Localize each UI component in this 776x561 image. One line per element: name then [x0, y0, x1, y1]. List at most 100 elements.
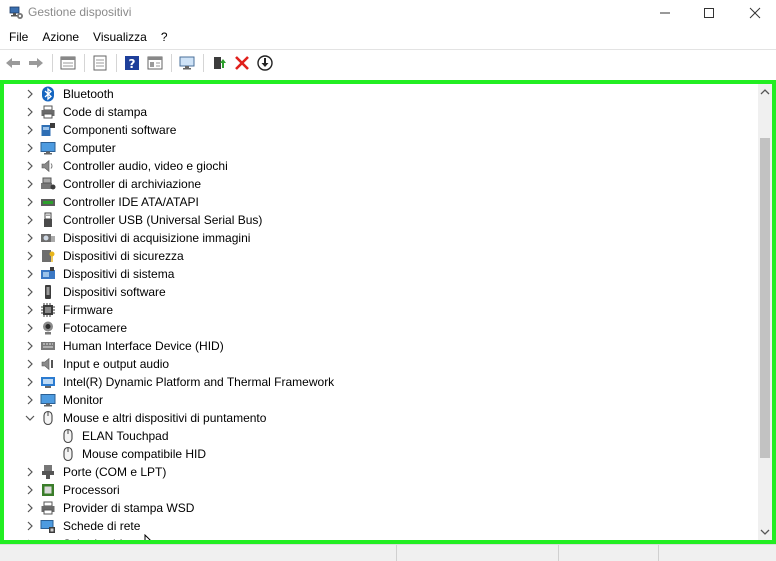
forward-button[interactable]: [25, 52, 47, 74]
tree-category-item[interactable]: Input e output audio: [4, 355, 758, 373]
chevron-right-icon[interactable]: [24, 178, 36, 190]
chevron-right-icon[interactable]: [24, 214, 36, 226]
chevron-right-icon[interactable]: [24, 376, 36, 388]
toolbar-separator: [203, 54, 204, 72]
tree-category-item[interactable]: Intel(R) Dynamic Platform and Thermal Fr…: [4, 373, 758, 391]
tree-category-item[interactable]: Dispositivi software: [4, 283, 758, 301]
tree-item-label: Controller audio, video e giochi: [63, 159, 228, 173]
menu-help[interactable]: ?: [154, 27, 175, 47]
update-driver-icon: [214, 57, 226, 69]
uninstall-button[interactable]: [231, 52, 253, 74]
mouse-icon: [40, 410, 56, 426]
menu-azione[interactable]: Azione: [35, 27, 86, 47]
tree-category-item[interactable]: Controller di archiviazione: [4, 175, 758, 193]
forward-arrow-icon: [29, 58, 43, 68]
scan-hardware-button[interactable]: [176, 52, 198, 74]
chevron-right-icon[interactable]: [24, 484, 36, 496]
chevron-right-icon[interactable]: [24, 142, 36, 154]
toolbar-separator: [52, 54, 53, 72]
display-adapter-icon: [40, 536, 56, 540]
tree-category-item[interactable]: Code di stampa: [4, 103, 758, 121]
chevron-right-icon[interactable]: [24, 124, 36, 136]
tree-child-item[interactable]: Mouse compatibile HID: [4, 445, 758, 463]
tree-category-item[interactable]: Human Interface Device (HID): [4, 337, 758, 355]
tree-category-item[interactable]: Bluetooth: [4, 85, 758, 103]
scroll-down-button[interactable]: [758, 526, 772, 538]
back-button[interactable]: [2, 52, 24, 74]
tree-category-item[interactable]: Controller USB (Universal Serial Bus): [4, 211, 758, 229]
device-manager-icon: [8, 4, 24, 20]
tree-child-item[interactable]: ELAN Touchpad: [4, 427, 758, 445]
chevron-right-icon[interactable]: [24, 160, 36, 172]
close-button[interactable]: [732, 0, 776, 26]
tree-category-item[interactable]: Schede di rete: [4, 517, 758, 535]
details-view-button[interactable]: [144, 52, 166, 74]
tree-category-item[interactable]: Dispositivi di sistema: [4, 265, 758, 283]
tree-category-item[interactable]: Processori: [4, 481, 758, 499]
chevron-right-icon[interactable]: [24, 394, 36, 406]
help-button[interactable]: ?: [121, 52, 143, 74]
tree-category-item[interactable]: Fotocamere: [4, 319, 758, 337]
chevron-right-icon[interactable]: [24, 502, 36, 514]
tree-category-item[interactable]: Firmware: [4, 301, 758, 319]
chevron-right-icon[interactable]: [24, 304, 36, 316]
tree-category-item[interactable]: Dispositivi di acquisizione immagini: [4, 229, 758, 247]
scroll-up-button[interactable]: [758, 86, 772, 98]
title-bar: Gestione dispositivi: [0, 0, 776, 26]
camera-scanner-icon: [40, 230, 56, 246]
chevron-right-icon[interactable]: [24, 196, 36, 208]
properties-window-button[interactable]: [57, 52, 79, 74]
document-icon: [93, 55, 107, 71]
vertical-scrollbar[interactable]: [758, 84, 772, 540]
tree-item-label: Monitor: [63, 393, 104, 407]
chevron-right-icon[interactable]: [24, 268, 36, 280]
tree-category-item[interactable]: Mouse e altri dispositivi di puntamento: [4, 409, 758, 427]
chevron-right-icon[interactable]: [24, 322, 36, 334]
menu-visualizza[interactable]: Visualizza: [86, 27, 154, 47]
chevron-up-icon: [760, 89, 770, 95]
download-circle-icon: [257, 55, 273, 71]
menu-file[interactable]: File: [0, 27, 35, 47]
tree-category-item[interactable]: Dispositivi di sicurezza: [4, 247, 758, 265]
tree-item-label: Schede video: [63, 537, 136, 540]
chevron-right-icon[interactable]: [24, 538, 36, 540]
tree-category-item[interactable]: Provider di stampa WSD: [4, 499, 758, 517]
status-bar: [0, 544, 776, 561]
tree-item-label: Schede di rete: [63, 519, 141, 533]
tree-item-label: Controller USB (Universal Serial Bus): [63, 213, 263, 227]
computer-icon: [40, 140, 56, 156]
details-view-icon: [147, 56, 163, 70]
security-key-icon: [40, 248, 56, 264]
chevron-right-icon[interactable]: [24, 340, 36, 352]
toolbar: ?: [0, 49, 776, 76]
document-button[interactable]: [89, 52, 111, 74]
chevron-right-icon[interactable]: [24, 358, 36, 370]
maximize-button[interactable]: [686, 0, 732, 26]
minimize-button[interactable]: [642, 0, 688, 26]
chevron-right-icon[interactable]: [24, 232, 36, 244]
tree-item-label: Controller di archiviazione: [63, 177, 202, 191]
tree-category-item[interactable]: Porte (COM e LPT): [4, 463, 758, 481]
chevron-right-icon[interactable]: [24, 250, 36, 262]
chevron-down-icon[interactable]: [24, 412, 36, 424]
uninstall-x-icon: [235, 56, 249, 70]
scroll-thumb[interactable]: [760, 138, 770, 458]
chevron-right-icon[interactable]: [24, 88, 36, 100]
chevron-right-icon[interactable]: [24, 106, 36, 118]
chevron-right-icon[interactable]: [24, 286, 36, 298]
tree-item-label: Dispositivi di acquisizione immagini: [63, 231, 251, 245]
chevron-right-icon[interactable]: [24, 520, 36, 532]
tree-category-item[interactable]: Schede video: [4, 535, 758, 540]
processor-icon: [40, 482, 56, 498]
tree-category-item[interactable]: Monitor: [4, 391, 758, 409]
tree-category-item[interactable]: Componenti software: [4, 121, 758, 139]
tree-category-item[interactable]: Controller audio, video e giochi: [4, 157, 758, 175]
toolbar-separator: [116, 54, 117, 72]
tree-item-label: Code di stampa: [63, 105, 148, 119]
chevron-right-icon[interactable]: [24, 466, 36, 478]
download-button[interactable]: [254, 52, 276, 74]
update-driver-button[interactable]: [208, 52, 230, 74]
tree-category-item[interactable]: Controller IDE ATA/ATAPI: [4, 193, 758, 211]
tree-category-item[interactable]: Computer: [4, 139, 758, 157]
tree-item-label: Computer: [63, 141, 116, 155]
